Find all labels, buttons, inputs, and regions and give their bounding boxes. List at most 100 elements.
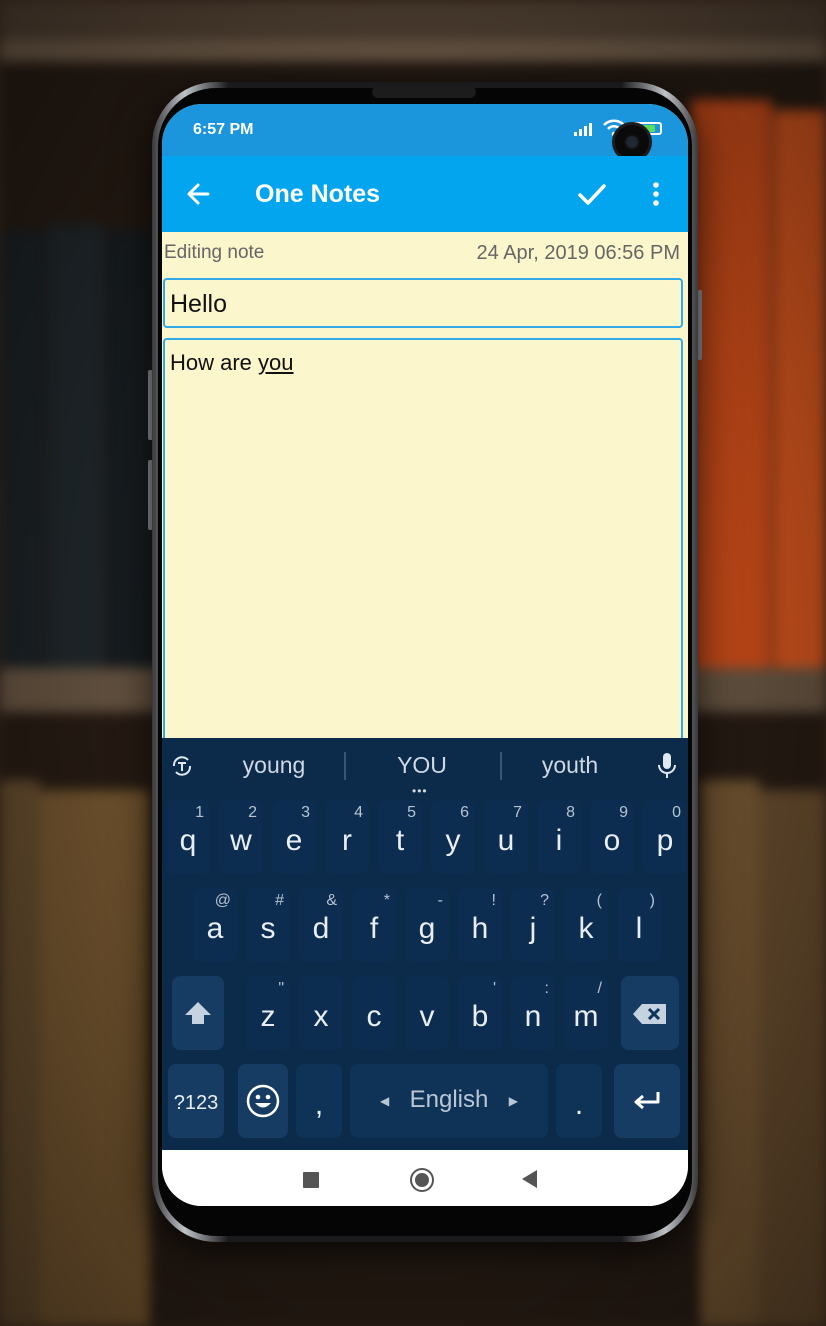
key-w[interactable]: 2w — [219, 800, 263, 874]
key-hint: * — [383, 892, 390, 909]
key-z[interactable]: " z — [246, 976, 290, 1050]
microphone-icon[interactable] — [656, 752, 678, 785]
key-label: v — [419, 1000, 435, 1033]
enter-key[interactable] — [614, 1064, 680, 1138]
key-hint: # — [275, 892, 284, 909]
symbols-key-label: ?123 — [173, 1092, 219, 1114]
shift-icon — [185, 1002, 211, 1024]
key-c[interactable]: c — [352, 976, 396, 1050]
key-hint: ) — [649, 892, 655, 909]
editing-status-label: Editing note — [164, 242, 265, 263]
suggestion-divider — [500, 752, 502, 780]
key-label: f — [369, 912, 379, 945]
key-label: n — [524, 1000, 542, 1033]
period-key[interactable]: . — [556, 1064, 602, 1138]
key-label: y — [445, 824, 461, 857]
key-label: i — [555, 824, 563, 857]
emoji-key[interactable] — [238, 1064, 288, 1138]
home-button[interactable] — [410, 1168, 434, 1192]
key-p[interactable]: 0p — [643, 800, 687, 874]
key-n[interactable]: :n — [511, 976, 555, 1050]
suggestion-2[interactable]: youth — [520, 752, 620, 779]
suggestion-bar: young YOU ••• youth — [162, 738, 688, 798]
theme-icon[interactable] — [170, 754, 194, 783]
suggestion-0[interactable]: young — [224, 752, 324, 779]
key-label: s — [260, 912, 276, 945]
recent-apps-button[interactable] — [303, 1172, 319, 1188]
key-hint: @ — [214, 892, 231, 909]
note-date: 24 Apr, 2019 06:56 PM — [476, 242, 681, 264]
key-hint: ( — [596, 892, 602, 909]
key-u[interactable]: 7u — [484, 800, 528, 874]
key-h[interactable]: ! h — [458, 888, 502, 962]
space-key-language: English — [409, 1086, 489, 1113]
key-f[interactable]: * f — [352, 888, 396, 962]
key-b[interactable]: ' b — [458, 976, 502, 1050]
key-y[interactable]: 6y — [431, 800, 475, 874]
suggestion-1[interactable]: YOU — [372, 752, 472, 779]
key-label: w — [230, 824, 252, 857]
key-hint: - — [437, 892, 443, 909]
back-button[interactable] — [178, 174, 218, 214]
system-back-button[interactable] — [522, 1170, 537, 1188]
note-title-text: Hello — [170, 290, 227, 318]
phone-screen: 6:57 PM One Notes Editing note 24 Apr, 2… — [162, 104, 688, 1206]
key-label: x — [313, 1000, 329, 1033]
key-hint: 0 — [672, 804, 681, 821]
key-label: g — [418, 912, 436, 945]
key-x[interactable]: x — [299, 976, 343, 1050]
key-hint: 6 — [460, 804, 469, 821]
key-label: z — [260, 1000, 276, 1033]
key-hint: : — [544, 980, 549, 997]
comma-key[interactable]: , — [296, 1064, 342, 1138]
app-title: One Notes — [255, 180, 381, 208]
key-g[interactable]: -g — [405, 888, 449, 962]
shift-key[interactable] — [172, 976, 224, 1050]
key-hint: & — [326, 892, 337, 909]
key-hint: 4 — [354, 804, 363, 821]
enter-icon — [634, 1092, 660, 1110]
key-j[interactable]: ? j — [511, 888, 555, 962]
back-arrow-icon — [187, 183, 210, 205]
system-navigation-bar — [162, 1150, 688, 1206]
key-hint: 3 — [301, 804, 310, 821]
key-e[interactable]: 3e — [272, 800, 316, 874]
key-t[interactable]: 5t — [378, 800, 422, 874]
key-hint: 7 — [513, 804, 522, 821]
save-note-button[interactable] — [572, 174, 612, 214]
language-right-arrow-icon: ▶ — [508, 1094, 518, 1108]
key-i[interactable]: 8i — [537, 800, 581, 874]
key-s[interactable]: # s — [246, 888, 290, 962]
key-label: k — [578, 912, 594, 945]
space-key[interactable]: ◀ English ▶ — [350, 1064, 548, 1138]
key-hint: ! — [491, 892, 496, 909]
key-hint: " — [278, 980, 284, 997]
key-q[interactable]: 1q — [166, 800, 210, 874]
checkmark-icon — [578, 184, 606, 205]
backspace-icon — [633, 1004, 666, 1024]
backspace-key[interactable] — [621, 976, 679, 1050]
key-o[interactable]: 9o — [590, 800, 634, 874]
key-label: t — [395, 824, 405, 857]
key-hint: ' — [492, 980, 496, 997]
key-k[interactable]: (k — [564, 888, 608, 962]
note-body-text: How are — [170, 350, 259, 375]
overflow-menu-icon — [653, 182, 659, 206]
key-label: m — [573, 1000, 599, 1033]
key-a[interactable]: @ a — [193, 888, 237, 962]
key-m[interactable]: / m — [564, 976, 608, 1050]
key-r[interactable]: 4r — [325, 800, 369, 874]
note-title-field[interactable]: Hello — [163, 278, 683, 328]
key-label: b — [471, 1000, 489, 1033]
key-v[interactable]: v — [405, 976, 449, 1050]
overflow-menu-button[interactable] — [642, 174, 670, 214]
key-d[interactable]: & d — [299, 888, 343, 962]
key-label: e — [285, 824, 303, 857]
note-body-field[interactable]: How are you — [163, 338, 683, 758]
key-label: p — [656, 824, 674, 857]
key-label: o — [603, 824, 621, 857]
emoji-icon — [246, 1084, 280, 1118]
symbols-key[interactable]: ?123 — [168, 1064, 224, 1138]
status-bar: 6:57 PM — [162, 104, 688, 162]
key-l[interactable]: ) l — [617, 888, 661, 962]
